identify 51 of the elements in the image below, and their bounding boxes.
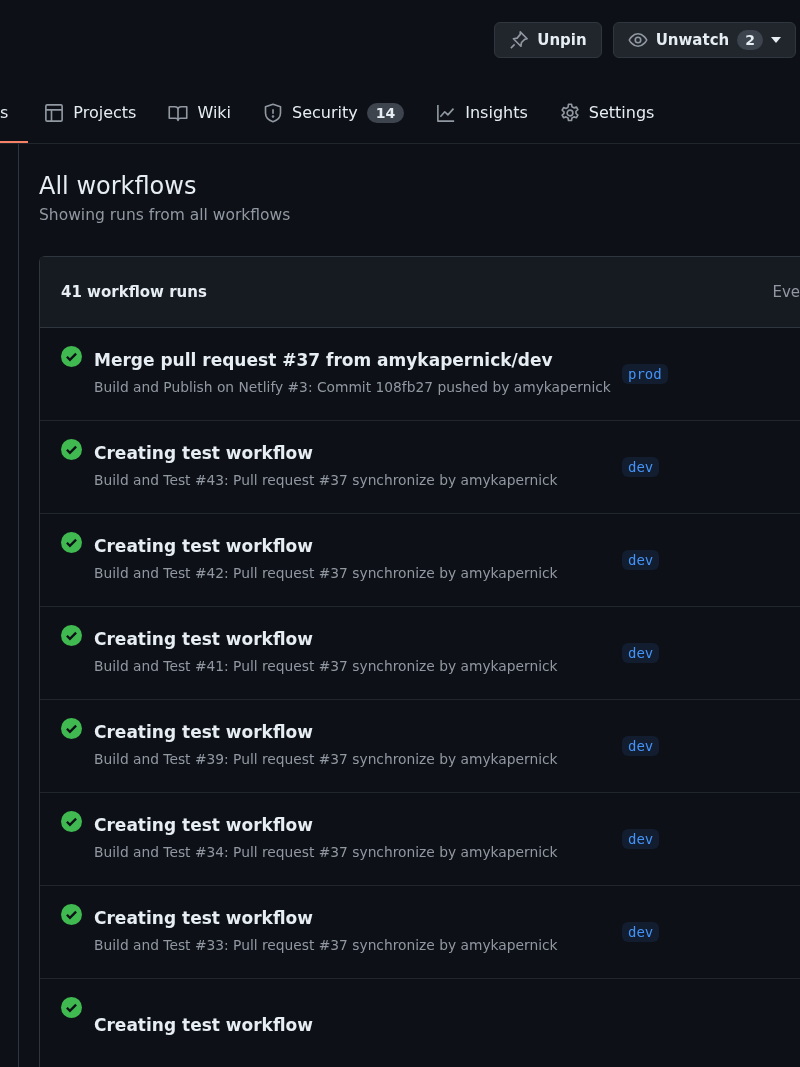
nav-tab[interactable]: Insights xyxy=(420,84,544,143)
unpin-button[interactable]: Unpin xyxy=(494,22,602,58)
branch-tag[interactable]: dev xyxy=(622,736,660,756)
run-title[interactable]: Creating test workflow xyxy=(94,442,614,463)
check-circle-icon xyxy=(61,532,82,553)
gear-icon xyxy=(559,102,580,123)
run-detail: Build and Test #39: Pull request #37 synchronize by amykapernick xyxy=(94,749,559,769)
pin-icon xyxy=(509,30,530,50)
run-title[interactable]: Merge pull request #37 from amykapernick/dev xyxy=(94,349,614,370)
branch-tag[interactable]: dev xyxy=(622,550,660,570)
graph-icon xyxy=(436,102,457,123)
run-detail: Build and Test #34: Pull request #37 synchronize by amykapernick xyxy=(94,842,559,862)
alert-count: 14 xyxy=(366,102,405,123)
run-title[interactable]: Creating test workflow xyxy=(94,535,614,556)
branch-tag[interactable]: dev xyxy=(622,643,660,663)
branch-tag[interactable]: prod xyxy=(622,364,668,384)
nav-tab[interactable]: s xyxy=(0,84,29,143)
run-detail: Build and Publish on Netlify #3: Commit 108fb27 pushed by amykapernick xyxy=(94,377,612,397)
branch-tag[interactable]: dev xyxy=(622,829,660,849)
branch-tag[interactable]: dev xyxy=(622,457,660,477)
run-title[interactable]: Creating test workflow xyxy=(94,1015,614,1035)
nav-tab[interactable]: Security 14 xyxy=(247,84,421,143)
run-title[interactable]: Creating test workflow xyxy=(94,814,614,835)
eye-icon xyxy=(627,30,648,50)
caret-icon xyxy=(771,37,781,43)
page-title: All workflows xyxy=(39,172,198,200)
check-circle-icon xyxy=(61,718,82,739)
run-title[interactable]: Creating test workflow xyxy=(94,628,614,649)
check-circle-icon xyxy=(61,346,82,367)
filter-label: Eve xyxy=(772,283,800,301)
run-count: 41 workflow runs xyxy=(61,283,207,301)
branch-tag[interactable]: dev xyxy=(622,922,660,942)
run-detail: Build and Test #43: Pull request #37 synchronize by amykapernick xyxy=(94,470,559,490)
watcher-count: 2 xyxy=(737,30,763,50)
run-title[interactable]: Creating test workflow xyxy=(94,721,614,742)
nav-tab[interactable]: Projects xyxy=(28,84,153,143)
shield-icon xyxy=(263,102,284,123)
check-circle-icon xyxy=(61,439,82,460)
page-subtitle: Showing runs from all workflows xyxy=(39,206,292,224)
nav-tab[interactable]: Wiki xyxy=(152,84,248,143)
run-detail: Build and Test #42: Pull request #37 synchronize by amykapernick xyxy=(94,563,559,583)
run-detail: Build and Test #41: Pull request #37 synchronize by amykapernick xyxy=(94,656,559,676)
check-circle-icon xyxy=(61,811,82,832)
unwatch-button[interactable]: Unwatch 2 xyxy=(612,22,796,58)
table-icon xyxy=(44,102,65,123)
run-title[interactable]: Creating test workflow xyxy=(94,907,614,928)
nav-tab[interactable]: Settings xyxy=(543,84,671,143)
check-circle-icon xyxy=(61,904,82,925)
run-detail: Build and Test #33: Pull request #37 synchronize by amykapernick xyxy=(94,935,559,955)
check-circle-icon xyxy=(61,997,82,1018)
check-circle-icon xyxy=(61,625,82,646)
